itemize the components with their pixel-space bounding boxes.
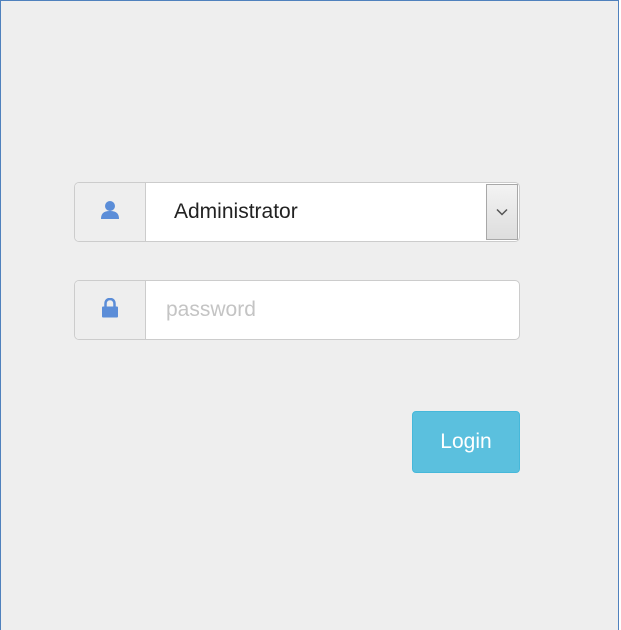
- user-select-group: Administrator: [74, 182, 520, 242]
- user-role-select[interactable]: Administrator: [146, 183, 519, 241]
- password-input[interactable]: [146, 281, 519, 339]
- login-panel: Administrator Login: [0, 0, 619, 630]
- password-field-wrapper: [146, 281, 519, 339]
- chevron-down-icon[interactable]: [486, 184, 518, 240]
- lock-icon: [101, 297, 119, 323]
- user-icon: [100, 200, 120, 225]
- user-addon: [75, 183, 146, 241]
- password-group: [74, 280, 520, 340]
- user-role-select-value: Administrator: [174, 200, 298, 223]
- password-addon: [75, 281, 146, 339]
- login-button[interactable]: Login: [412, 411, 520, 473]
